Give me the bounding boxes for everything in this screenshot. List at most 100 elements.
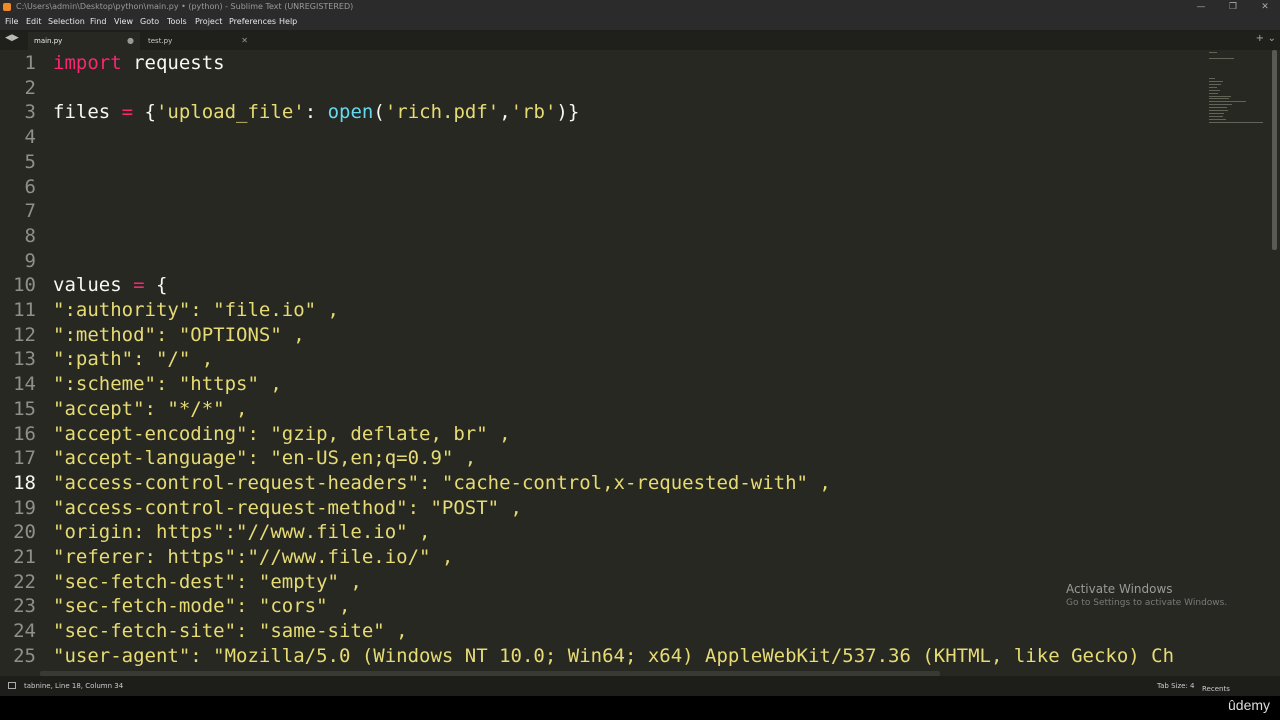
watermark-title: Activate Windows	[1066, 582, 1173, 596]
code-line[interactable]: "sec-fetch-site": "same-site" ,	[53, 619, 408, 644]
code-line[interactable]: "access-control-request-headers": "cache…	[53, 471, 831, 496]
code-line[interactable]: "accept-language": "en-US,en;q=0.9" ,	[53, 446, 476, 471]
tab-bar: ◀▶ main.py ● test.py ✕ + ⌄	[0, 30, 1280, 50]
code-token: values	[53, 274, 134, 297]
menu-find[interactable]: Find	[90, 14, 106, 30]
close-icon[interactable]: ✕	[1250, 0, 1280, 14]
code-token: (	[373, 101, 385, 124]
sublime-app-icon	[3, 3, 11, 11]
line-number: 20	[13, 521, 36, 544]
minimap-line	[1209, 110, 1229, 111]
line-number-gutter: 1 2 3 4 5 6 7 8 9 10 11 12 13 14 15 16 17 18 19 20 21 22 23 24 2…	[0, 50, 48, 676]
code-line[interactable]: "origin: https":"//www.file.io" ,	[53, 520, 431, 545]
code-token: files	[53, 101, 122, 124]
maximize-icon[interactable]: ❐	[1218, 0, 1248, 14]
menu-preferences[interactable]: Preferences	[229, 14, 276, 30]
menu-bar: File Edit Selection Find View Goto Tools…	[0, 14, 1280, 30]
line-number: 10	[13, 274, 36, 297]
minimap-line	[1209, 95, 1231, 97]
minimap-line	[1209, 86, 1217, 88]
unsaved-dot-icon[interactable]: ●	[127, 32, 134, 50]
line-number: 22	[13, 570, 36, 593]
code-token: )}	[556, 101, 580, 124]
code-line[interactable]: "user-agent": "Mozilla/5.0 (Windows NT 1…	[53, 644, 1174, 669]
tab-nav-arrows-icon[interactable]: ◀▶	[5, 33, 19, 43]
code-line[interactable]: "sec-fetch-dest": "empty" ,	[53, 570, 362, 595]
minimap-line	[1209, 83, 1222, 85]
line-number: 2	[24, 76, 36, 99]
code-token: open	[327, 101, 374, 124]
code-line[interactable]: ":path": "/" ,	[53, 347, 213, 372]
tab-size-selector[interactable]: Tab Size: 4	[1157, 676, 1194, 696]
menu-goto[interactable]: Goto	[140, 14, 159, 30]
scrollbar-thumb[interactable]	[1272, 50, 1277, 250]
line-number: 1	[24, 52, 36, 74]
new-tab-plus-icon[interactable]: +	[1256, 33, 1264, 44]
code-line[interactable]: values = {	[53, 273, 167, 298]
code-line[interactable]: "referer: https":"//www.file.io/" ,	[53, 545, 453, 570]
watermark-subtitle: Go to Settings to activate Windows.	[1066, 598, 1228, 608]
menu-help[interactable]: Help	[279, 14, 297, 30]
tab-list-chevron-icon[interactable]: ⌄	[1268, 33, 1276, 44]
code-line[interactable]: "accept": "*/*" ,	[53, 397, 247, 422]
line-number: 25	[13, 644, 36, 667]
menu-view[interactable]: View	[114, 14, 133, 30]
line-number: 3	[24, 101, 36, 124]
minimap-line	[1209, 92, 1219, 94]
minimap-line	[1209, 78, 1215, 80]
code-line[interactable]: ":scheme": "https" ,	[53, 372, 282, 397]
close-tab-icon[interactable]: ✕	[241, 32, 248, 50]
code-token: requests	[121, 52, 225, 74]
line-number: 21	[13, 546, 36, 568]
code-line[interactable]: ":method": "OPTIONS" ,	[53, 323, 305, 348]
code-token: =	[121, 101, 134, 124]
minimap-line	[1209, 98, 1230, 100]
code-token: "accept-language": "en-US,en;q=0.9" ,	[53, 447, 477, 470]
code-line[interactable]: "sec-fetch-mode": "cors" ,	[53, 594, 350, 619]
vertical-scrollbar[interactable]	[1271, 50, 1278, 676]
line-number: 11	[13, 299, 36, 321]
code-line[interactable]: "accept-encoding": "gzip, deflate, br" ,	[53, 422, 511, 447]
line-number: 8	[24, 224, 36, 247]
menu-project[interactable]: Project	[195, 14, 222, 30]
menu-selection[interactable]: Selection	[48, 14, 85, 30]
code-token: {	[133, 101, 156, 124]
minimize-icon[interactable]: —	[1186, 0, 1216, 14]
code-token: ":method": "OPTIONS" ,	[53, 323, 305, 346]
menu-edit[interactable]: Edit	[26, 14, 42, 30]
recents-label[interactable]: Recents	[1202, 682, 1230, 696]
minimap[interactable]	[1207, 50, 1271, 130]
window-title: C:\Users\admin\Desktop\python\main.py • …	[16, 2, 354, 11]
minimap-line	[1209, 115, 1224, 117]
line-number: 17	[13, 447, 36, 470]
line-number: 16	[13, 422, 36, 445]
code-token: import	[53, 52, 122, 74]
code-token: ,	[499, 101, 511, 124]
code-line[interactable]: files = {'upload_file': open('rich.pdf',…	[53, 100, 579, 125]
title-bar: C:\Users\admin\Desktop\python\main.py • …	[0, 0, 1280, 14]
tab-label: test.py	[148, 37, 173, 45]
minimap-line	[1209, 118, 1227, 120]
udemy-logo: ûdemy	[1228, 697, 1271, 713]
menu-file[interactable]: File	[5, 14, 18, 30]
line-number: 6	[24, 175, 36, 198]
tab-main-py[interactable]: main.py ●	[28, 32, 140, 50]
code-line[interactable]: ":authority": "file.io" ,	[53, 298, 339, 323]
code-token: "access-control-request-headers": "cache…	[53, 471, 831, 494]
panel-toggle-icon[interactable]	[8, 682, 16, 689]
code-line[interactable]: import requests	[53, 51, 225, 76]
menu-tools[interactable]: Tools	[167, 14, 187, 30]
tab-test-py[interactable]: test.py ✕	[142, 32, 254, 50]
line-number: 24	[13, 620, 36, 643]
minimap-line	[1209, 112, 1224, 114]
code-line[interactable]: "access-control-request-method": "POST" …	[53, 496, 522, 521]
code-token: 'upload_file'	[155, 101, 305, 124]
line-number: 13	[13, 348, 36, 371]
line-number: 14	[13, 373, 36, 396]
minimap-line	[1209, 104, 1232, 106]
code-token: ":path": "/" ,	[53, 348, 214, 371]
code-token: {	[144, 274, 168, 297]
code-token: "referer: https":"//www.file.io/" ,	[53, 546, 454, 568]
minimap-line	[1209, 81, 1223, 82]
minimap-line	[1209, 57, 1235, 59]
